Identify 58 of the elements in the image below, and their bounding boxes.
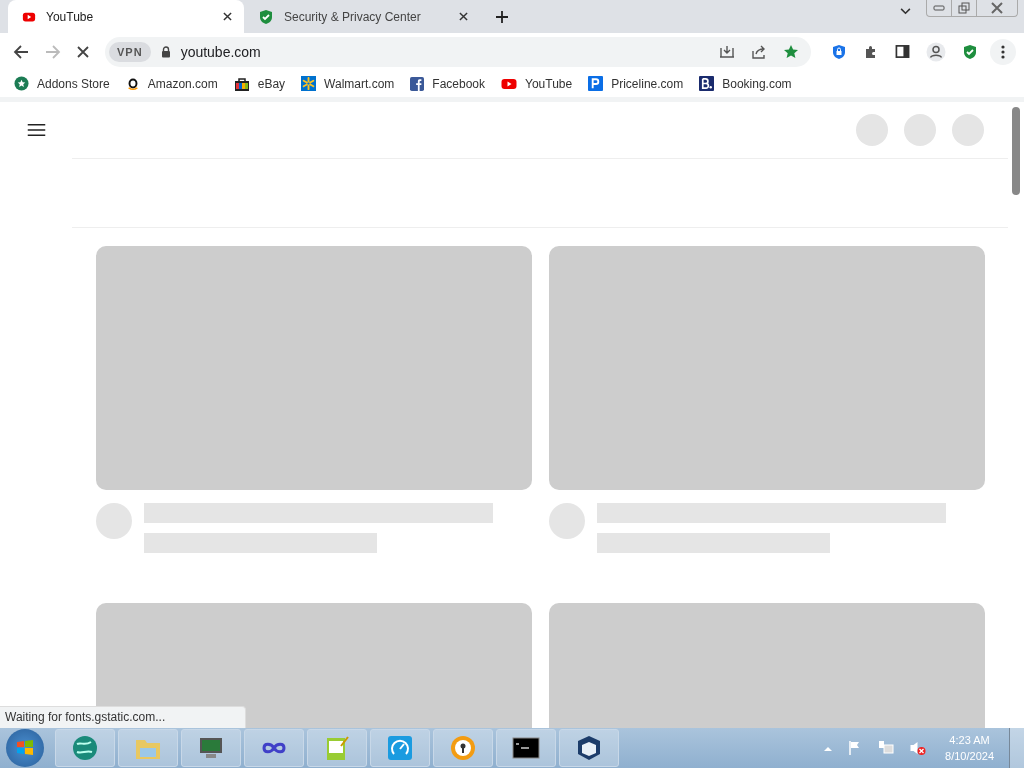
- shield-lock-icon[interactable]: [831, 43, 847, 60]
- bookmark-item[interactable]: Priceline.com: [588, 76, 684, 91]
- placeholder-circle: [904, 114, 936, 146]
- star-icon[interactable]: [783, 43, 799, 60]
- gauge-icon: [386, 734, 414, 762]
- bookmark-item[interactable]: Booking.com: [699, 76, 792, 91]
- close-icon[interactable]: [459, 12, 468, 21]
- bookmark-item[interactable]: Walmart.com: [301, 76, 395, 91]
- restore-icon: [958, 2, 970, 14]
- share-icon[interactable]: [751, 43, 767, 60]
- close-icon: [991, 2, 1003, 14]
- bookmark-item[interactable]: Addons Store: [14, 76, 110, 91]
- square-logo-icon: [588, 76, 604, 91]
- bookmark-item[interactable]: Amazon.com: [125, 76, 218, 91]
- stop-icon[interactable]: [77, 45, 89, 58]
- placeholder-circle: [952, 114, 984, 146]
- status-bubble: Waiting for fonts.gstatic.com...: [0, 706, 247, 728]
- minimize-icon: [933, 5, 945, 11]
- bookmark-item[interactable]: YouTube: [501, 75, 573, 92]
- cube-icon: [575, 734, 603, 762]
- taskbar-app[interactable]: [496, 729, 556, 767]
- menu-button[interactable]: [990, 38, 1016, 65]
- square-logo-icon: [410, 76, 425, 91]
- vpn-badge[interactable]: VPN: [109, 41, 151, 62]
- bookmark-item[interactable]: eBay: [233, 75, 286, 92]
- address-text[interactable]: youtube.com: [180, 43, 261, 60]
- clock-date: 8/10/2024: [945, 749, 994, 764]
- windows-logo-icon: [15, 738, 35, 758]
- browser-tab[interactable]: YouTube: [8, 0, 244, 33]
- menu-icon[interactable]: [27, 123, 46, 137]
- smile-logo-icon: [125, 76, 140, 91]
- shield-check-icon: [258, 8, 274, 25]
- back-icon[interactable]: [13, 43, 29, 60]
- close-icon[interactable]: [223, 12, 232, 21]
- spark-icon: [301, 76, 317, 91]
- muted-speaker-icon[interactable]: [909, 740, 927, 756]
- install-icon[interactable]: [719, 43, 735, 60]
- chevron-down-icon[interactable]: [900, 8, 911, 15]
- globe-icon: [71, 734, 99, 762]
- show-desktop-button[interactable]: [1009, 728, 1024, 768]
- start-button[interactable]: [6, 729, 44, 767]
- square-logo-icon: [699, 76, 715, 91]
- clock-time: 4:23 AM: [949, 733, 990, 748]
- new-tab-icon[interactable]: [496, 11, 508, 23]
- browser-tab[interactable]: Security & Privacy Center: [244, 0, 480, 33]
- profile-icon[interactable]: [926, 41, 946, 62]
- taskbar-app[interactable]: [559, 729, 619, 767]
- shopping-bag-icon: [233, 75, 250, 92]
- keyhole-icon: [449, 734, 477, 762]
- shield-check-icon[interactable]: [962, 43, 978, 60]
- avatar-placeholder: [549, 503, 585, 539]
- avatar-placeholder: [96, 503, 132, 539]
- bookmark-item[interactable]: Facebook: [410, 76, 486, 91]
- terminal-icon: [512, 734, 540, 762]
- side-panel-icon[interactable]: [895, 44, 910, 59]
- lock-icon[interactable]: [160, 45, 171, 58]
- more-icon: [1001, 44, 1005, 59]
- placeholder-circle: [856, 114, 888, 146]
